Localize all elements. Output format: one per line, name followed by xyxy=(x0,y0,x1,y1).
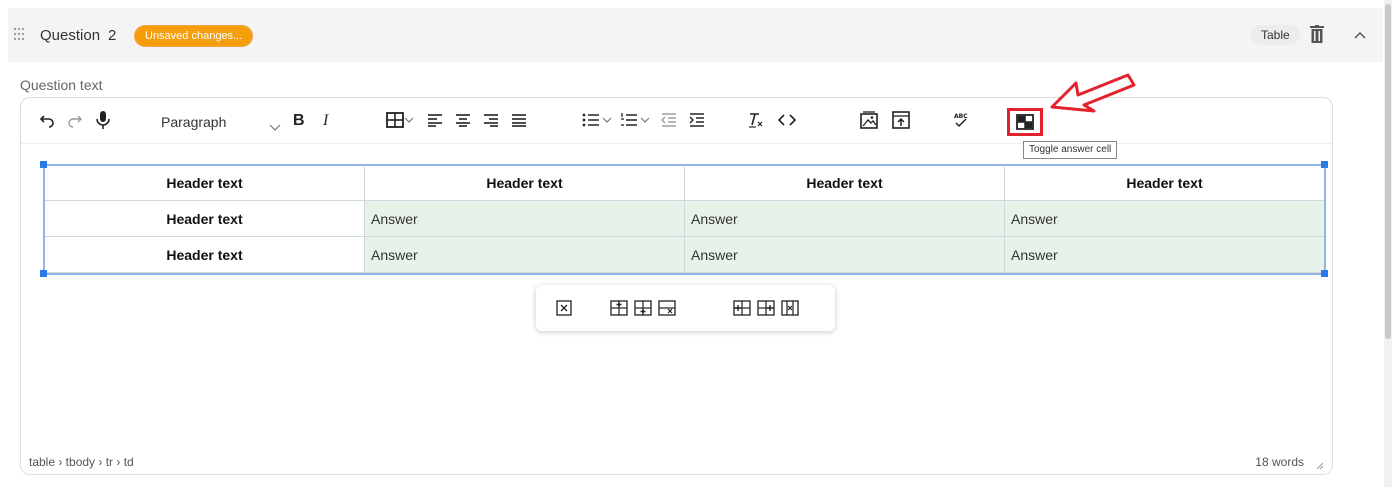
question-type-pill: Table xyxy=(1251,25,1300,45)
insert-column-after-icon[interactable] xyxy=(757,299,775,317)
editor-statusbar: table › tbody › tr › td 18 words xyxy=(21,453,1332,475)
resize-handle-top-left[interactable] xyxy=(40,161,47,168)
resize-handle-bottom-left[interactable] xyxy=(40,270,47,277)
italic-button[interactable]: I xyxy=(323,111,328,131)
align-left-icon[interactable] xyxy=(425,110,445,130)
delete-table-icon[interactable] xyxy=(555,299,573,317)
insert-column-before-icon[interactable] xyxy=(733,299,751,317)
numbered-list-icon[interactable] xyxy=(619,110,639,130)
bold-button[interactable]: B xyxy=(293,111,305,131)
table-header-row: Header text Header text Header text Head… xyxy=(44,164,1325,201)
answer-cell[interactable]: Answer xyxy=(364,236,685,273)
answer-cell[interactable]: Answer xyxy=(364,200,685,237)
redo-icon[interactable] xyxy=(65,110,85,130)
undo-icon[interactable] xyxy=(37,110,57,130)
table-header-cell[interactable]: Header text xyxy=(684,164,1005,201)
delete-row-icon[interactable] xyxy=(658,299,676,317)
align-right-icon[interactable] xyxy=(481,110,501,130)
svg-text:ABC: ABC xyxy=(954,113,968,120)
answer-cell[interactable]: Answer xyxy=(684,200,1005,237)
drag-handle-icon[interactable] xyxy=(13,27,25,41)
question-table[interactable]: Header text Header text Header text Head… xyxy=(43,164,1326,273)
table-context-toolbar xyxy=(536,285,835,331)
word-count[interactable]: 18 words xyxy=(1255,455,1304,469)
table-header-cell[interactable]: Header text xyxy=(1004,164,1325,201)
microphone-icon[interactable] xyxy=(93,110,113,130)
toggle-answer-cell-button[interactable] xyxy=(1007,108,1043,136)
trash-icon[interactable] xyxy=(1310,25,1324,43)
chevron-down-icon[interactable] xyxy=(403,110,415,130)
table-row: Header text Answer Answer Answer xyxy=(44,200,1325,237)
block-format-select[interactable]: Paragraph xyxy=(161,111,281,133)
table-row: Header text Answer Answer Answer xyxy=(44,236,1325,273)
page-scrollbar[interactable] xyxy=(1384,0,1392,487)
element-path[interactable]: table › tbody › tr › td xyxy=(29,455,134,469)
red-arrow-annotation-icon xyxy=(1048,71,1138,117)
row-header-cell[interactable]: Header text xyxy=(44,236,365,273)
toggle-answer-cell-icon xyxy=(1016,114,1034,135)
code-icon[interactable] xyxy=(777,110,797,130)
upload-icon[interactable] xyxy=(891,110,911,130)
answer-cell[interactable]: Answer xyxy=(1004,200,1325,237)
question-title: Question 2 xyxy=(40,27,116,44)
toggle-answer-cell-tooltip: Toggle answer cell xyxy=(1023,141,1118,159)
align-center-icon[interactable] xyxy=(453,110,473,130)
table-header-cell[interactable]: Header text xyxy=(44,164,365,201)
question-card: Question 2 Unsaved changes... Table Quest… xyxy=(8,8,1383,487)
resize-grip-icon[interactable] xyxy=(1314,459,1324,470)
scrollbar-thumb[interactable] xyxy=(1385,4,1391,339)
chevron-down-icon xyxy=(269,116,281,138)
unsaved-changes-badge: Unsaved changes... xyxy=(134,25,254,47)
insert-row-before-icon[interactable] xyxy=(610,299,628,317)
question-text-label: Question text xyxy=(20,77,103,93)
question-label: Question xyxy=(40,27,101,44)
row-header-cell[interactable]: Header text xyxy=(44,200,365,237)
answer-cell[interactable]: Answer xyxy=(684,236,1005,273)
question-header[interactable]: Question 2 Unsaved changes... Table xyxy=(8,8,1383,62)
resize-handle-bottom-right[interactable] xyxy=(1321,270,1328,277)
indent-icon[interactable] xyxy=(687,110,707,130)
chevron-up-icon[interactable] xyxy=(1353,28,1367,40)
chevron-down-icon[interactable] xyxy=(639,110,651,130)
spellcheck-icon[interactable]: ABC xyxy=(951,110,971,130)
delete-column-icon[interactable] xyxy=(781,299,799,317)
clear-formatting-icon[interactable] xyxy=(745,110,765,130)
block-format-value: Paragraph xyxy=(161,114,227,130)
outdent-icon[interactable] xyxy=(659,110,679,130)
rich-text-editor[interactable]: Paragraph B I ABC Header text Header tex… xyxy=(20,97,1333,475)
insert-image-icon[interactable] xyxy=(859,110,879,130)
justify-icon[interactable] xyxy=(509,110,529,130)
chevron-down-icon[interactable] xyxy=(601,110,613,130)
resize-handle-top-right[interactable] xyxy=(1321,161,1328,168)
bullet-list-icon[interactable] xyxy=(581,110,601,130)
table-icon[interactable] xyxy=(385,110,405,130)
answer-cell[interactable]: Answer xyxy=(1004,236,1325,273)
table-header-cell[interactable]: Header text xyxy=(364,164,685,201)
insert-row-after-icon[interactable] xyxy=(634,299,652,317)
question-number: 2 xyxy=(108,27,117,44)
